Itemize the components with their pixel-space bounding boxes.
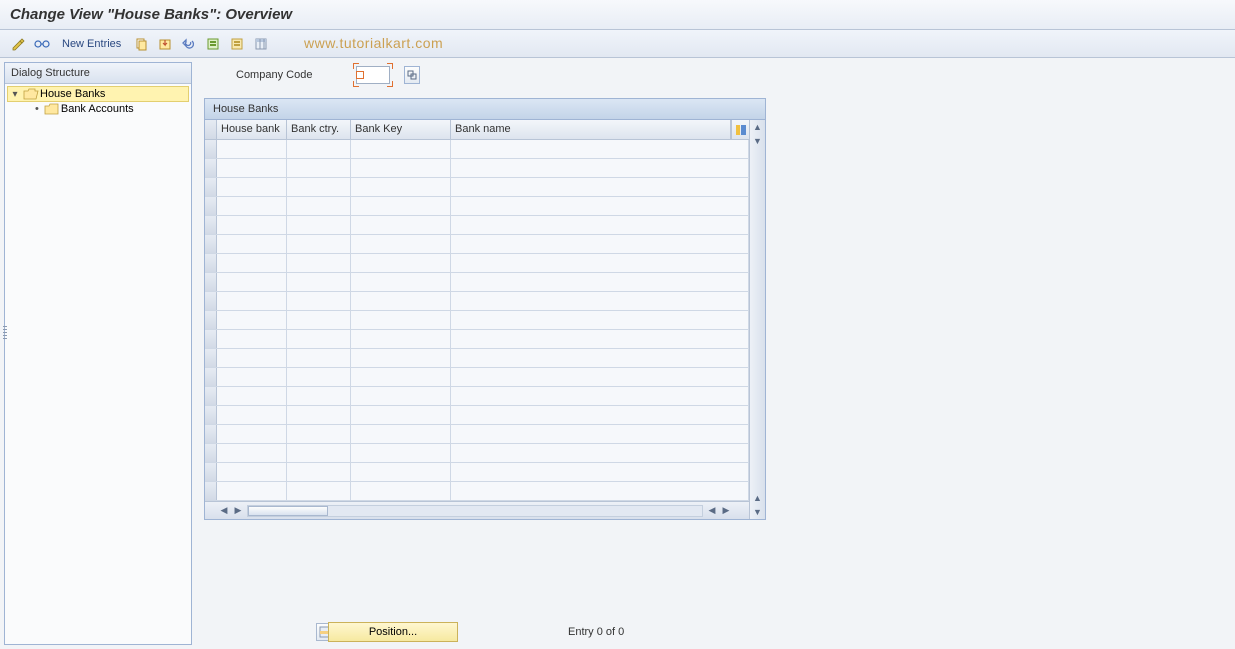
table-row[interactable]	[205, 482, 749, 501]
company-code-label: Company Code	[236, 69, 344, 81]
scroll-right-end-icon[interactable]: ▶	[719, 505, 733, 516]
sidebar-header: Dialog Structure	[5, 63, 191, 84]
position-label: Position...	[369, 626, 417, 638]
deselect-all-icon[interactable]	[227, 34, 247, 54]
undo-icon[interactable]	[179, 34, 199, 54]
glasses-icon[interactable]	[32, 34, 52, 54]
scroll-down-icon[interactable]: ▼	[750, 134, 765, 148]
table-row[interactable]	[205, 406, 749, 425]
grid-body	[205, 140, 749, 501]
watermark-text: www.tutorialkart.com	[304, 35, 443, 51]
table-row[interactable]	[205, 444, 749, 463]
table-row[interactable]	[205, 349, 749, 368]
content-area: Dialog Structure ▾ House Banks • Bank Ac…	[0, 58, 1235, 649]
scroll-up2-icon[interactable]: ▲	[750, 491, 765, 505]
new-entries-button[interactable]: New Entries	[56, 36, 127, 52]
vertical-scrollbar[interactable]: ▲ ▼ ▲ ▼	[749, 120, 765, 519]
table-row[interactable]	[205, 330, 749, 349]
table-row[interactable]	[205, 254, 749, 273]
scroll-left-end-icon[interactable]: ◀	[705, 505, 719, 516]
footer-row: Position... Entry 0 of 0	[316, 622, 624, 642]
tree-item-bank-accounts[interactable]: • Bank Accounts	[7, 102, 189, 116]
table-row[interactable]	[205, 178, 749, 197]
folder-open-icon	[23, 88, 37, 100]
scroll-left-icon[interactable]: ◀	[217, 502, 231, 519]
toolbar: New Entries www.tutorialkart.com	[0, 30, 1235, 58]
col-bank-name[interactable]: Bank name	[451, 120, 731, 139]
table-config-icon[interactable]	[251, 34, 271, 54]
table-row[interactable]	[205, 216, 749, 235]
table-row[interactable]	[205, 292, 749, 311]
table-row[interactable]	[205, 368, 749, 387]
tree: ▾ House Banks • Bank Accounts	[5, 84, 191, 118]
scroll-right-icon[interactable]: ▶	[231, 502, 245, 519]
entry-counter: Entry 0 of 0	[568, 626, 624, 638]
splitter-handle[interactable]	[3, 320, 7, 344]
table-row[interactable]	[205, 140, 749, 159]
col-house-bank[interactable]: House bank	[217, 120, 287, 139]
table-row[interactable]	[205, 425, 749, 444]
table-row[interactable]	[205, 197, 749, 216]
table-row[interactable]	[205, 463, 749, 482]
table-grid: House bank Bank ctry. Bank Key Bank name	[205, 120, 749, 519]
copy-icon[interactable]	[131, 34, 151, 54]
company-code-row: Company Code	[196, 62, 1231, 88]
search-help-button[interactable]	[404, 66, 420, 84]
position-button[interactable]: Position...	[328, 622, 458, 642]
title-text: Change View "House Banks": Overview	[10, 6, 292, 23]
house-banks-table: House Banks House bank Bank ctry. Bank K…	[204, 98, 766, 520]
grid-header: House bank Bank ctry. Bank Key Bank name	[205, 120, 749, 140]
scroll-down2-icon[interactable]: ▼	[750, 505, 765, 519]
folder-icon	[44, 103, 58, 115]
table-row[interactable]	[205, 273, 749, 292]
hscroll-thumb[interactable]	[248, 506, 328, 516]
company-code-input-wrap	[356, 66, 390, 84]
main-panel: Company Code House Banks House bank Bank…	[196, 62, 1231, 645]
tree-item-house-banks[interactable]: ▾ House Banks	[7, 86, 189, 102]
col-bank-key[interactable]: Bank Key	[351, 120, 451, 139]
bullet-icon: •	[35, 103, 39, 115]
tree-label: Bank Accounts	[61, 103, 134, 115]
table-row[interactable]	[205, 235, 749, 254]
scroll-up-icon[interactable]: ▲	[750, 120, 765, 134]
table-title: House Banks	[205, 99, 765, 120]
dialog-structure-panel: Dialog Structure ▾ House Banks • Bank Ac…	[4, 62, 192, 645]
row-selector-header[interactable]	[205, 120, 217, 139]
table-row[interactable]	[205, 159, 749, 178]
table-row[interactable]	[205, 311, 749, 330]
change-icon[interactable]	[8, 34, 28, 54]
table-settings-icon[interactable]	[731, 120, 749, 139]
chevron-down-icon[interactable]: ▾	[10, 89, 20, 100]
company-code-input[interactable]	[356, 66, 390, 84]
table-row[interactable]	[205, 387, 749, 406]
save-variant-icon[interactable]	[155, 34, 175, 54]
tree-label: House Banks	[40, 88, 105, 100]
col-bank-ctry[interactable]: Bank ctry.	[287, 120, 351, 139]
select-all-icon[interactable]	[203, 34, 223, 54]
page-title: Change View "House Banks": Overview	[0, 0, 1235, 30]
hscroll-track[interactable]	[247, 505, 703, 517]
horizontal-scrollbar[interactable]: ◀ ▶ ◀ ▶	[205, 501, 749, 519]
